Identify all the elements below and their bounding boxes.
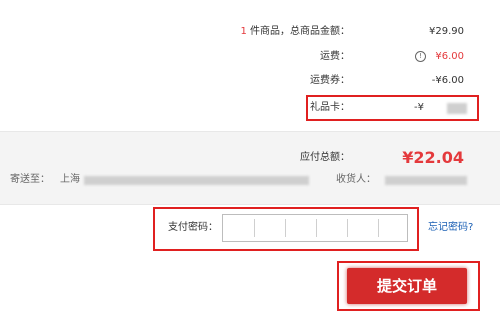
payable-label: 应付总额： (300, 152, 350, 163)
shipping-row: 运费： ! ¥6.00 (0, 49, 500, 65)
payable-amount: ¥22.04 (402, 148, 464, 167)
shipping-coupon-value: -¥6.00 (431, 75, 464, 86)
address-redacted (84, 176, 309, 185)
password-cell-divider (316, 219, 317, 237)
payment-password-input[interactable] (222, 214, 408, 242)
password-cell-divider (285, 219, 286, 237)
info-icon[interactable]: ! (415, 51, 426, 62)
receiver-label: 收货人： (336, 174, 376, 185)
shipping-coupon-row: 运费券： -¥6.00 (0, 73, 500, 89)
shipping-value: ¥6.00 (435, 51, 464, 62)
ship-to-city: 上海 (60, 174, 80, 185)
ship-to-label: 寄送至： (10, 174, 50, 185)
password-cell-divider (347, 219, 348, 237)
address-row: 寄送至： 上海 收货人： (0, 172, 500, 188)
item-total-label: 1 件商品，总商品金额： (240, 26, 350, 37)
payable-row: 应付总额： ¥22.04 (0, 148, 500, 168)
password-cell-divider (378, 219, 379, 237)
payment-password-label: 支付密码： (168, 222, 218, 233)
shipping-label: 运费： (320, 51, 350, 62)
gift-card-value-redacted (447, 103, 467, 114)
forgot-password-link[interactable]: 忘记密码? (428, 220, 473, 236)
item-total-row: 1 件商品，总商品金额： ¥29.90 (0, 24, 500, 40)
item-total-value: ¥29.90 (429, 26, 464, 37)
gift-card-label: 礼品卡： (310, 102, 350, 113)
password-cell-divider (254, 219, 255, 237)
gift-card-row: 礼品卡： -¥ (0, 100, 500, 116)
shipping-coupon-label: 运费券： (310, 75, 350, 86)
submit-order-button[interactable]: 提交订单 (347, 268, 467, 304)
payable-band (0, 131, 500, 205)
receiver-redacted (385, 176, 467, 185)
